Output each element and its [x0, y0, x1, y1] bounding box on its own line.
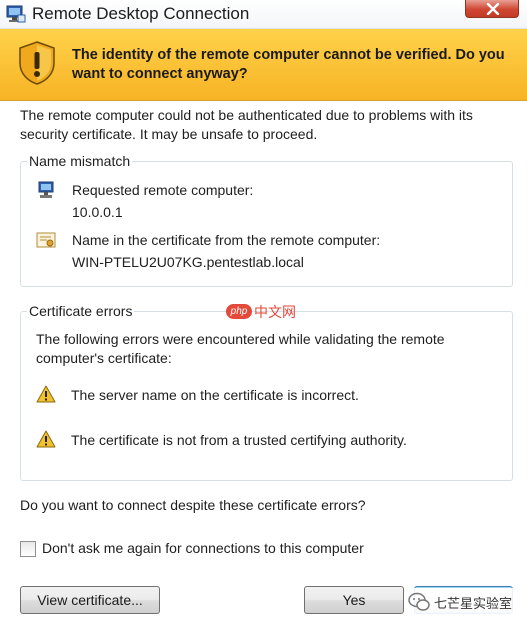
name-mismatch-legend: Name mismatch [27, 152, 133, 170]
certificate-name-value: WIN-PTELU2U07KG.pentestlab.local [72, 254, 304, 270]
warning-banner: The identity of the remote computer cann… [0, 29, 527, 101]
window-title: Remote Desktop Connection [32, 4, 250, 23]
banner-message: The identity of the remote computer cann… [72, 47, 505, 82]
certificate-name-label: Name in the certificate from the remote … [72, 232, 381, 248]
computer-icon [38, 181, 54, 198]
warning-icon [36, 385, 56, 403]
close-button[interactable] [465, 0, 519, 18]
dont-ask-label[interactable]: Don't ask me again for connections to th… [42, 540, 364, 556]
name-mismatch-group: Name mismatch Requested remote computer:… [20, 152, 513, 287]
watermark-text: 中文网 [254, 304, 296, 320]
warning-shield-icon [19, 41, 55, 85]
certificate-errors-intro: The following errors were encountered wh… [36, 331, 445, 366]
certificate-errors-legend: Certificate errors [27, 302, 135, 320]
requested-computer-label: Requested remote computer: [72, 182, 254, 198]
warning-icon [36, 430, 56, 448]
php-badge: php [226, 304, 252, 319]
wechat-watermark: 七芒星实验室 [404, 588, 522, 616]
title-bar: Remote Desktop Connection [0, 0, 527, 29]
connect-question: Do you want to connect despite these cer… [20, 497, 366, 513]
requested-computer-value: 10.0.0.1 [72, 204, 123, 220]
remote-desktop-icon [6, 5, 26, 23]
error-item: The certificate is not from a trusted ce… [71, 432, 407, 448]
certificate-icon [36, 232, 56, 248]
view-certificate-button[interactable]: View certificate... [20, 586, 160, 614]
intro-text: The remote computer could not be authent… [20, 107, 473, 142]
error-item: The server name on the certificate is in… [71, 387, 359, 403]
yes-button[interactable]: Yes [304, 586, 404, 614]
php-watermark: php 中文网 [226, 302, 308, 320]
dont-ask-checkbox[interactable] [20, 541, 36, 557]
wechat-watermark-text: 七芒星实验室 [434, 596, 513, 611]
wechat-icon [408, 592, 430, 611]
close-icon [486, 3, 500, 15]
certificate-errors-group: Certificate errors The following errors … [20, 302, 513, 481]
